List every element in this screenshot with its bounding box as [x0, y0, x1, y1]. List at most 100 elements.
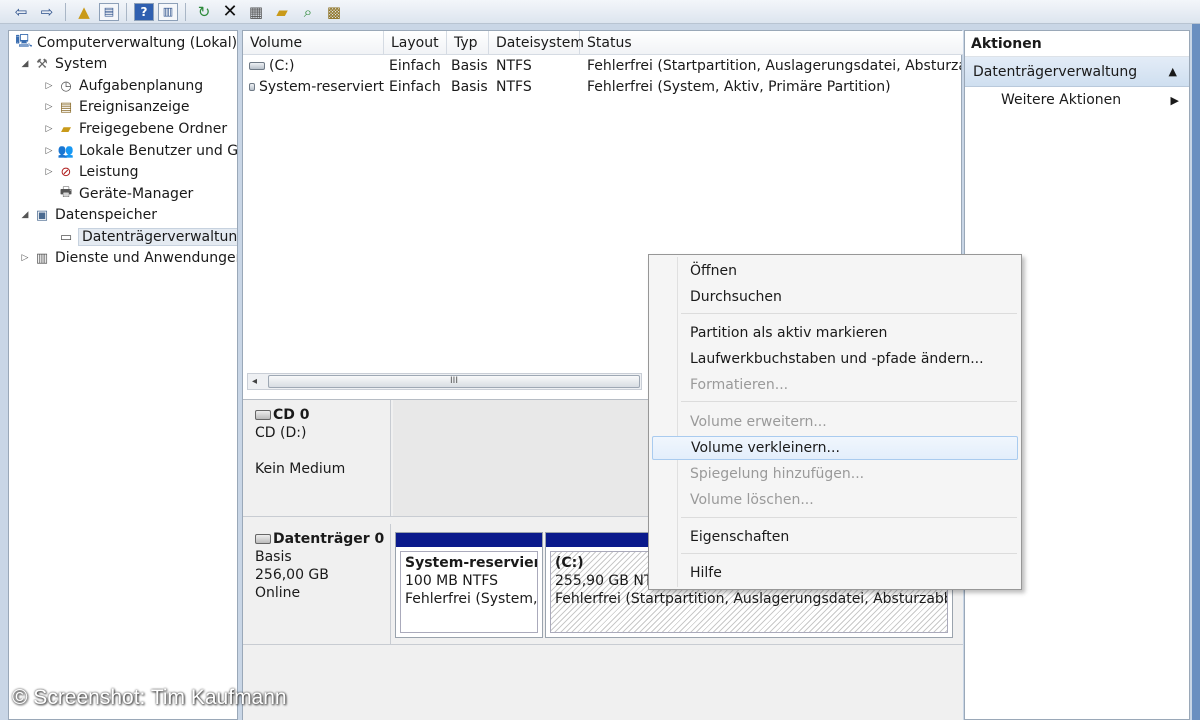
disk0-label[interactable]: Datenträger 0 Basis 256,00 GB Online: [243, 524, 391, 644]
tree-root[interactable]: 🖳 Computerverwaltung (Lokal): [13, 33, 237, 53]
tree-item-label: Dienste und Anwendungen: [55, 250, 238, 266]
column-header-typ[interactable]: Typ: [447, 31, 489, 55]
disk0-name: Datenträger 0: [255, 530, 390, 548]
cd-media-status: Kein Medium: [255, 461, 346, 477]
column-header-layout[interactable]: Layout: [384, 31, 447, 55]
cd-drive-icon: [255, 410, 271, 420]
menu-item-partition-aktiv[interactable]: Partition als aktiv markieren: [652, 321, 1018, 345]
expand-icon[interactable]: ▷: [43, 124, 55, 134]
open-icon[interactable]: ▰: [271, 2, 293, 22]
volume-type: Basis: [451, 57, 488, 74]
tree-item-label: Freigegebene Ordner: [79, 121, 228, 137]
expand-icon[interactable]: ▷: [43, 146, 55, 156]
drive-icon: [249, 82, 255, 91]
tree-item-label: Datenträgerverwaltung: [77, 228, 237, 246]
volume-status: Fehlerfrei (Startpartition, Auslagerungs…: [587, 57, 961, 74]
window-edge-left: [0, 24, 6, 720]
tree-item-label: Datenspeicher: [55, 207, 157, 223]
collapse-icon[interactable]: ◢: [19, 59, 31, 69]
menu-item-laufwerkbuchstaben[interactable]: Laufwerkbuchstaben und -pfade ändern...: [652, 347, 1018, 371]
expand-icon[interactable]: ▷: [43, 81, 55, 91]
disk-properties-icon[interactable]: ▩: [323, 2, 345, 22]
device-manager-icon: 🖶: [59, 185, 73, 200]
menu-item-eigenschaften[interactable]: Eigenschaften: [652, 525, 1018, 549]
tree-item-geraete-manager[interactable]: 🖶 Geräte-Manager: [55, 184, 193, 204]
scrollbar-thumb[interactable]: III: [268, 375, 640, 388]
menu-item-hilfe[interactable]: Hilfe: [652, 561, 1018, 585]
tree-item-dienste[interactable]: ▷ ▥ Dienste und Anwendungen: [19, 248, 238, 268]
toolbar-separator: [126, 2, 127, 21]
partition-name: System-reserviert: [405, 555, 538, 571]
refresh-icon[interactable]: ↻: [193, 2, 215, 22]
show-hide-action-icon[interactable]: ▥: [158, 2, 178, 21]
back-icon[interactable]: ⇦: [10, 2, 32, 22]
cd-disk-name-text: CD 0: [273, 407, 310, 423]
menu-item-durchsuchen[interactable]: Durchsuchen: [652, 285, 1018, 309]
tree-item-freigegebene-ordner[interactable]: ▷ ▰ Freigegebene Ordner: [43, 119, 228, 139]
shared-folder-icon: ▰: [61, 121, 71, 137]
tree-item-leistung[interactable]: ▷ ⊘ Leistung: [43, 162, 139, 182]
tree-item-aufgabenplanung[interactable]: ▷ ◷ Aufgabenplanung: [43, 76, 204, 96]
volume-row[interactable]: System-reserviert Einfach Basis NTFS Feh…: [243, 76, 963, 97]
disk0-status: Online: [255, 585, 301, 601]
collapse-icon[interactable]: ◢: [19, 210, 31, 220]
partition-system-reserved[interactable]: System-reserviert 100 MB NTFS Fehlerfrei…: [395, 532, 543, 638]
more-actions-item[interactable]: Weitere Aktionen ▶: [965, 87, 1189, 113]
expand-icon[interactable]: ▷: [43, 167, 55, 177]
actions-section-label: Datenträgerverwaltung: [973, 63, 1138, 80]
tree-item-datentraegerverwaltung[interactable]: ▭ Datenträgerverwaltung: [55, 227, 237, 247]
tools-icon: ⚒: [36, 56, 48, 72]
up-folder-icon[interactable]: ▲: [73, 2, 95, 22]
search-icon[interactable]: ⌕: [297, 2, 319, 22]
tree-item-system[interactable]: ◢ ⚒ System: [19, 54, 108, 74]
forward-icon[interactable]: ⇨: [36, 2, 58, 22]
column-header-status[interactable]: Status: [580, 31, 963, 55]
tree-item-datenspeicher[interactable]: ◢ ▣ Datenspeicher: [19, 205, 157, 225]
volume-layout: Einfach: [389, 78, 441, 95]
properties-icon[interactable]: ▦: [245, 2, 267, 22]
scroll-left-icon[interactable]: ◂: [252, 374, 257, 389]
help-icon[interactable]: ?: [134, 2, 154, 21]
column-header-dateisystem[interactable]: Dateisystem: [489, 31, 584, 55]
horizontal-scrollbar[interactable]: ◂ III: [247, 373, 642, 390]
expand-icon[interactable]: ▷: [19, 253, 31, 263]
partition-bar: [396, 533, 542, 547]
actions-section-header[interactable]: Datenträgerverwaltung ▲: [965, 57, 1189, 87]
volume-row[interactable]: (C:) Einfach Basis NTFS Fehlerfrei (Star…: [243, 55, 963, 76]
volume-type: Basis: [451, 78, 488, 95]
delete-icon[interactable]: ✕: [219, 1, 241, 22]
menu-item-volume-erweitern[interactable]: Volume erweitern...: [652, 410, 1018, 434]
performance-icon: ⊘: [60, 164, 72, 180]
menu-item-oeffnen[interactable]: Öffnen: [652, 259, 1018, 283]
tree-item-label: Lokale Benutzer und Gru: [79, 143, 238, 159]
toolbar-separator: [65, 2, 66, 21]
show-hide-tree-icon[interactable]: ▤: [99, 2, 119, 21]
disk0-type: Basis: [255, 549, 292, 565]
column-header-volume[interactable]: Volume: [243, 31, 384, 55]
tree-item-label: System: [55, 56, 108, 72]
menu-item-volume-loeschen[interactable]: Volume löschen...: [652, 488, 1018, 512]
menu-separator: [681, 401, 1017, 402]
cd-disk-label[interactable]: CD 0 CD (D:) Kein Medium: [243, 400, 391, 516]
partition-size: 100 MB NTFS: [405, 573, 499, 589]
partition-status: Fehlerfrei (Startpartition, Auslagerungs…: [555, 591, 947, 607]
volume-name: System-reserviert: [258, 78, 384, 95]
submenu-arrow-icon: ▶: [1170, 93, 1179, 107]
volume-filesystem: NTFS: [496, 78, 532, 95]
tree-item-label: Geräte-Manager: [79, 186, 194, 202]
partition-status: Fehlerfrei (System, Al: [405, 591, 538, 607]
expand-icon[interactable]: ▷: [43, 102, 55, 112]
volume-name-cell: System-reserviert: [245, 76, 384, 97]
tree-item-lokale-benutzer[interactable]: ▷ 👥 Lokale Benutzer und Gru: [43, 141, 238, 161]
menu-item-volume-verkleinern[interactable]: Volume verkleinern...: [652, 436, 1018, 460]
tree-item-ereignisanzeige[interactable]: ▷ ▤ Ereignisanzeige: [43, 97, 190, 117]
volume-layout: Einfach: [389, 57, 441, 74]
menu-item-formatieren[interactable]: Formatieren...: [652, 373, 1018, 397]
tree-item-label: Ereignisanzeige: [79, 99, 190, 115]
collapse-up-icon[interactable]: ▲: [1169, 65, 1177, 78]
menu-item-spiegelung[interactable]: Spiegelung hinzufügen...: [652, 462, 1018, 486]
menu-separator: [681, 313, 1017, 314]
partition-info: System-reserviert 100 MB NTFS Fehlerfrei…: [400, 551, 538, 633]
drive-icon: [249, 61, 265, 70]
more-actions-label: Weitere Aktionen: [1001, 92, 1122, 108]
